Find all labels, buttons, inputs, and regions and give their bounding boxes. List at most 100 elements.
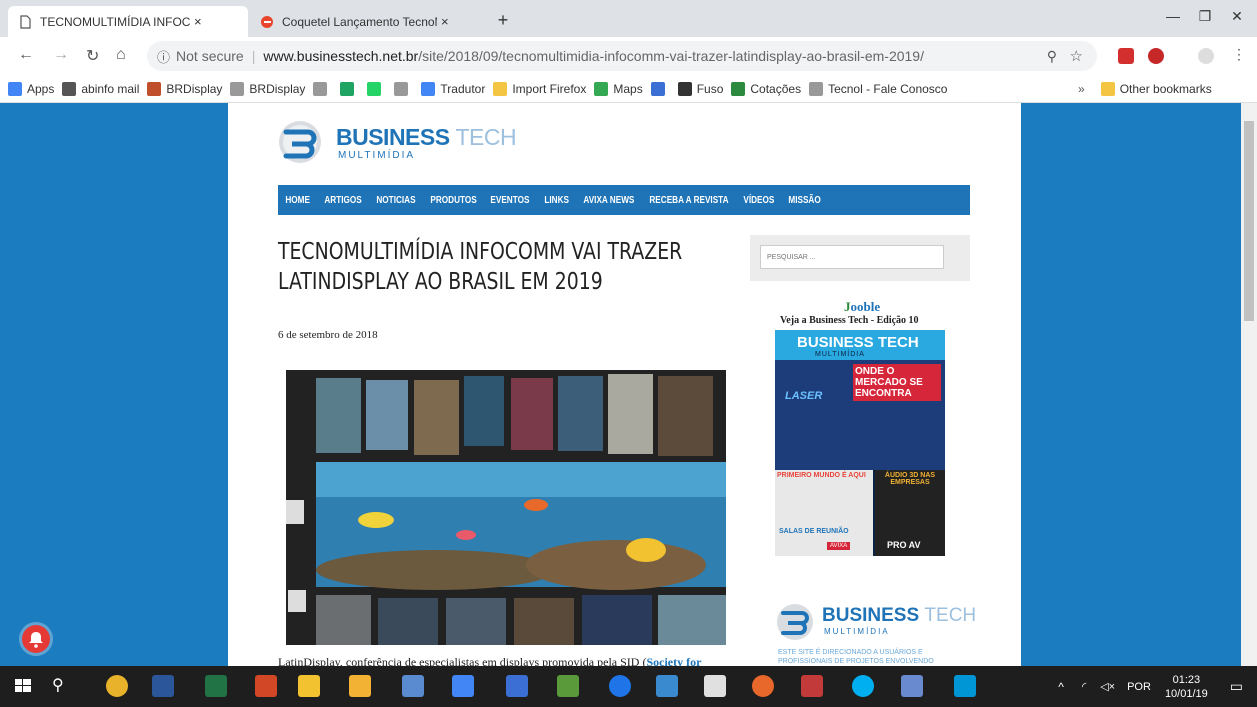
site-logo[interactable]: BUSINESS TECH MULTIMÍDIA xyxy=(278,118,517,168)
hp-icon[interactable] xyxy=(954,675,976,697)
search-widget xyxy=(750,235,970,281)
tab-inactive[interactable]: Coquetel Lançamento TecnoMult × xyxy=(250,6,480,37)
search-icon[interactable]: ⚲ xyxy=(52,675,74,697)
paint-icon[interactable] xyxy=(298,675,320,697)
nav-item[interactable]: VÍDEOS xyxy=(736,195,782,206)
sidebar-description: ESTE SITE É DIRECIONADO A USUÁRIOS E PRO… xyxy=(778,649,934,665)
new-tab-button[interactable]: + xyxy=(488,10,518,31)
bookmark-item[interactable]: Maps xyxy=(594,81,643,96)
maps-icon xyxy=(594,81,609,96)
bookmark-item[interactable]: Tecnol - Fale Conosco xyxy=(809,81,948,96)
logo-main: BUSINESS xyxy=(336,124,450,150)
address-bar[interactable]: ⓘ Not secure | www.businesstech.net.br/s… xyxy=(147,41,1097,71)
app-icon[interactable] xyxy=(402,675,424,697)
excel-icon[interactable] xyxy=(205,675,227,697)
bookmark-label: Tecnol - Fale Conosco xyxy=(828,81,948,96)
tab-close-icon[interactable]: × xyxy=(441,14,449,29)
bookmark-item[interactable] xyxy=(367,81,386,96)
back-arrow-icon[interactable]: ← xyxy=(18,46,34,64)
bookmark-item[interactable] xyxy=(313,81,332,96)
page-icon xyxy=(230,81,245,96)
nav-item[interactable]: EVENTOS xyxy=(483,195,537,206)
profile-icon[interactable] xyxy=(1198,48,1214,64)
notification-bell-button[interactable] xyxy=(22,625,50,653)
file-explorer-icon[interactable] xyxy=(349,675,371,697)
extension-icon[interactable] xyxy=(1118,48,1134,64)
star-icon[interactable]: ☆ xyxy=(1070,47,1083,65)
mag-box2: ÁUDIO 3D NAS EMPRESAS xyxy=(884,472,936,486)
article-body: LatinDisplay, conferência de especialist… xyxy=(278,655,701,666)
app-icon[interactable] xyxy=(656,675,678,697)
zoom-icon[interactable]: ⚲ xyxy=(1047,48,1057,65)
chrome-icon[interactable] xyxy=(106,675,128,697)
nav-item[interactable]: RECEBA A REVISTA xyxy=(642,195,736,206)
volume-icon[interactable]: ◁× xyxy=(1100,680,1115,693)
menu-dots-icon[interactable]: ⋮ xyxy=(1232,46,1246,63)
tab-close-icon[interactable]: × xyxy=(194,14,202,29)
firefox-icon[interactable] xyxy=(752,675,774,697)
network-icon[interactable]: ◜ xyxy=(1082,680,1086,693)
bookmark-label: Cotações xyxy=(750,81,802,96)
minimize-button[interactable]: — xyxy=(1158,8,1188,24)
cd-icon xyxy=(731,81,746,96)
chevron-up-icon[interactable]: ^ xyxy=(1058,680,1064,694)
bookmark-item[interactable] xyxy=(650,81,670,96)
notifications-icon[interactable]: ▭ xyxy=(1230,678,1243,695)
nav-item[interactable]: AVIXA NEWS xyxy=(576,195,642,206)
url-host: www.businesstech.net.br xyxy=(263,48,419,64)
page-viewport: BUSINESS TECH MULTIMÍDIA HOME ARTIGOS NOTI… xyxy=(0,103,1241,666)
vertical-scrollbar[interactable] xyxy=(1241,103,1257,666)
google-translate-icon[interactable] xyxy=(452,675,474,697)
calendar-icon[interactable] xyxy=(506,675,528,697)
nav-item[interactable]: NOTICIAS xyxy=(369,195,423,206)
aquarium-photo xyxy=(286,370,726,645)
word-icon[interactable] xyxy=(152,675,174,697)
windows-taskbar: ⚲ ^ ◜ ◁× POR 01:23 10/01/19 ▭ xyxy=(0,666,1257,707)
forward-arrow-icon[interactable]: → xyxy=(53,46,69,64)
mag-title: BUSINESS TECH xyxy=(797,334,919,351)
url-separator: | xyxy=(251,48,256,64)
home-icon[interactable]: ⌂ xyxy=(116,46,126,64)
bookmark-item[interactable]: Cotações xyxy=(731,81,802,96)
scrollbar-thumb[interactable] xyxy=(1244,121,1254,321)
other-bookmarks-label: Other bookmarks xyxy=(1119,81,1212,96)
windows-start-icon[interactable] xyxy=(12,675,34,697)
close-window-button[interactable]: ✕ xyxy=(1222,8,1252,25)
tab-active[interactable]: TECNOMULTIMÍDIA INFOCOMM × xyxy=(8,6,248,37)
nav-item[interactable]: MISSÃO xyxy=(781,195,828,206)
bookmark-item[interactable]: Apps xyxy=(8,81,54,96)
magazine-cover[interactable]: BUSINESS TECH MULTIMÍDIA ONDE O MERCADO … xyxy=(775,330,945,556)
bookmark-item[interactable]: BRDisplay xyxy=(147,81,222,96)
app-icon[interactable] xyxy=(557,675,579,697)
bookmark-item[interactable]: Import Firefox xyxy=(493,81,586,96)
bookmark-item[interactable] xyxy=(340,81,359,96)
body-link[interactable]: Society for xyxy=(646,655,701,666)
app-icon[interactable] xyxy=(704,675,726,697)
bookmark-item[interactable]: abinfo mail xyxy=(62,81,139,96)
info-icon[interactable]: ⓘ xyxy=(157,47,170,66)
app-icon[interactable] xyxy=(801,675,823,697)
nav-item[interactable]: HOME xyxy=(278,195,317,206)
clock[interactable]: 01:23 10/01/19 xyxy=(1165,673,1208,701)
nav-item[interactable]: LINKS xyxy=(537,195,576,206)
toolbar: ← → ↻ ⌂ ⓘ Not secure | www.businesstech.… xyxy=(0,37,1257,75)
restore-button[interactable]: ❐ xyxy=(1190,8,1220,25)
bookmark-item[interactable] xyxy=(394,81,413,96)
drive-icon xyxy=(340,81,355,96)
nav-item[interactable]: PRODUTOS xyxy=(423,195,484,206)
bluetooth-icon[interactable] xyxy=(609,675,631,697)
nav-item[interactable]: ARTIGOS xyxy=(317,195,369,206)
powerpoint-icon[interactable] xyxy=(255,675,277,697)
reload-icon[interactable]: ↻ xyxy=(86,46,99,66)
other-bookmarks[interactable]: Other bookmarks xyxy=(1100,81,1212,96)
app-icon[interactable] xyxy=(901,675,923,697)
search-input[interactable] xyxy=(760,245,944,269)
extension-icon[interactable] xyxy=(1148,48,1164,64)
bookmark-item[interactable]: Tradutor xyxy=(421,81,485,96)
skype-icon[interactable] xyxy=(852,675,874,697)
bookmark-item[interactable]: Fuso xyxy=(677,81,723,96)
bookmarks-overflow[interactable]: » xyxy=(1078,82,1085,96)
jooble-logo[interactable]: Jooble xyxy=(844,299,880,315)
language-indicator[interactable]: POR xyxy=(1127,681,1151,693)
bookmark-item[interactable]: BRDisplay xyxy=(230,81,305,96)
